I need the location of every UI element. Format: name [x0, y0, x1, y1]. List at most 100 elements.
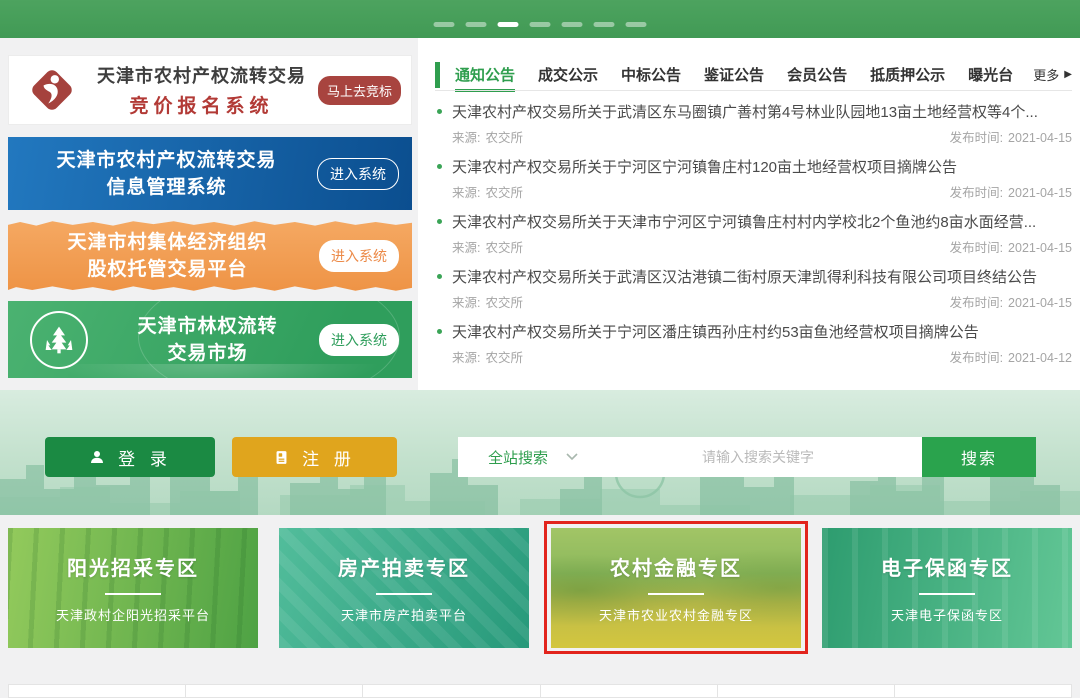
carousel-banner[interactable]	[0, 0, 1080, 38]
notice-tabs: 通知公告成交公示中标公告鉴证公告会员公告抵质押公示曝光台	[455, 58, 1013, 91]
news-source: 来源:农交所	[452, 182, 523, 201]
footer-link-cell[interactable]	[540, 684, 718, 698]
news-source-label: 来源:	[452, 351, 480, 365]
notice-tab[interactable]: 会员公告	[787, 58, 847, 91]
notice-tab[interactable]: 成交公示	[538, 58, 598, 91]
notice-tab[interactable]: 通知公告	[455, 58, 515, 91]
news-publish-time: 发布时间:2021-04-12	[950, 347, 1072, 366]
equity-panel-line1: 天津市村集体经济组织	[16, 229, 319, 256]
register-button[interactable]: 注 册	[232, 437, 397, 477]
news-time-label: 发布时间:	[950, 241, 1003, 255]
zone-subtitle: 天津市房产拍卖平台	[341, 605, 467, 624]
news-date: 2021-04-12	[1008, 351, 1072, 365]
news-source-label: 来源:	[452, 131, 480, 145]
more-label: 更多	[1033, 65, 1059, 84]
zone-subtitle: 天津电子保函专区	[891, 605, 1003, 624]
zone-title: 房产拍卖专区	[338, 552, 470, 581]
search-button[interactable]: 搜索	[922, 437, 1036, 477]
carousel-dot[interactable]	[626, 22, 647, 27]
go-bid-button[interactable]: 马上去竞标	[318, 76, 401, 105]
footer-link-cell[interactable]	[185, 684, 363, 698]
zone-card-rural-finance[interactable]: 农村金融专区 天津市农业农村金融专区	[551, 528, 801, 648]
info-panel-line2: 信息管理系统	[16, 174, 317, 201]
footer-link-row	[8, 684, 1072, 698]
carousel-dots	[434, 22, 647, 27]
carousel-dot[interactable]	[466, 22, 487, 27]
forest-panel-line2: 交易市场	[96, 340, 319, 367]
notice-tab[interactable]: 鉴证公告	[704, 58, 764, 91]
zone-divider	[919, 593, 975, 595]
zone-card-e-guarantee[interactable]: 电子保函专区 天津电子保函专区	[822, 528, 1072, 648]
zone-divider	[648, 593, 704, 595]
news-item: 天津农村产权交易所关于武清区汉沽港镇二街村原天津凯得利科技有限公司项目终结公告来…	[435, 262, 1072, 312]
forest-market-panel[interactable]: 天津市林权流转 交易市场 进入系统	[8, 301, 412, 378]
news-title-link[interactable]: 天津农村产权交易所关于武清区汉沽港镇二街村原天津凯得利科技有限公司项目终结公告	[435, 262, 1072, 290]
carousel-dot[interactable]	[530, 22, 551, 27]
footer-link-cell[interactable]	[362, 684, 540, 698]
bullet-icon	[437, 329, 442, 334]
login-label: 登 录	[118, 445, 172, 470]
news-date: 2021-04-15	[1008, 131, 1072, 145]
info-panel-title: 天津市农村产权流转交易 信息管理系统	[8, 147, 317, 201]
brand-diamond-icon	[19, 62, 85, 118]
news-title-link[interactable]: 天津农村产权交易所关于天津市宁河区宁河镇鲁庄村村内学校北2个鱼池约8亩水面经营.…	[435, 207, 1072, 235]
news-time-label: 发布时间:	[950, 296, 1003, 310]
footer-link-cell[interactable]	[8, 684, 186, 698]
notice-tab[interactable]: 抵质押公示	[870, 58, 945, 91]
notice-tab[interactable]: 中标公告	[621, 58, 681, 91]
carousel-dot[interactable]	[594, 22, 615, 27]
bid-signup-panel[interactable]: 天津市农村产权流转交易 竞价报名系统 马上去竞标	[8, 55, 412, 125]
chevron-down-icon	[566, 453, 578, 461]
search-bar: 全站搜索 搜索	[458, 437, 1036, 477]
news-title-link[interactable]: 天津农村产权交易所关于宁河区潘庄镇西孙庄村约53亩鱼池经营权项目摘牌公告	[435, 317, 1072, 345]
search-scope-dropdown[interactable]: 全站搜索	[458, 447, 594, 468]
homepage: 天津市农村产权流转交易 竞价报名系统 马上去竞标 天津市农村产权流转交易 信息管…	[0, 0, 1080, 698]
search-input[interactable]	[594, 449, 922, 465]
id-card-icon	[273, 449, 290, 466]
news-publish-time: 发布时间:2021-04-15	[950, 127, 1072, 146]
news-source: 来源:农交所	[452, 292, 523, 311]
enter-equity-system-button[interactable]: 进入系统	[319, 240, 399, 272]
enter-info-system-button[interactable]: 进入系统	[317, 158, 399, 190]
news-meta: 来源:农交所 发布时间: 2021-04-15	[435, 235, 1072, 257]
info-panel-line1: 天津市农村产权流转交易	[16, 147, 317, 174]
news-publish-time: 发布时间: 2021-04-15	[950, 237, 1072, 256]
zone-card-sunshine-procurement[interactable]: 阳光招采专区 天津政村企阳光招采平台	[8, 528, 258, 648]
news-title-link[interactable]: 天津农村产权交易所关于武清区东马圈镇广善村第4号林业队园地13亩土地经营权等4个…	[435, 97, 1072, 125]
news-source-value: 农交所	[485, 296, 523, 310]
user-icon	[88, 448, 106, 466]
zone-card-real-estate-auction[interactable]: 房产拍卖专区 天津市房产拍卖平台	[279, 528, 529, 648]
bullet-icon	[437, 164, 442, 169]
zone-subtitle: 天津市农业农村金融专区	[599, 605, 753, 624]
tabbar-accent-bar	[435, 62, 440, 88]
carousel-dot[interactable]	[562, 22, 583, 27]
news-item: 天津农村产权交易所关于宁河区潘庄镇西孙庄村约53亩鱼池经营权项目摘牌公告来源:农…	[435, 317, 1072, 367]
equity-platform-panel[interactable]: 天津市村集体经济组织 股权托管交易平台 进入系统	[8, 219, 412, 293]
news-list: 天津农村产权交易所关于武清区东马圈镇广善村第4号林业队园地13亩土地经营权等4个…	[435, 97, 1072, 372]
more-link[interactable]: 更多 ▶	[1033, 65, 1072, 84]
carousel-dot[interactable]	[498, 22, 519, 27]
bid-panel-titles: 天津市农村产权流转交易 竞价报名系统	[85, 62, 318, 118]
enter-forest-market-button[interactable]: 进入系统	[319, 324, 399, 356]
news-source: 来源:农交所	[452, 237, 523, 256]
footer-link-cell[interactable]	[894, 684, 1072, 698]
login-button[interactable]: 登 录	[45, 437, 215, 477]
news-meta: 来源: 农交所 发布时间:2021-04-15	[435, 125, 1072, 147]
forest-panel-title: 天津市林权流转 交易市场	[88, 313, 319, 367]
news-source-value: 农交所	[485, 131, 523, 145]
carousel-dot[interactable]	[434, 22, 455, 27]
news-title-link[interactable]: 天津农村产权交易所关于宁河区宁河镇鲁庄村120亩土地经营权项目摘牌公告	[435, 152, 1072, 180]
zone-title: 阳光招采专区	[67, 552, 199, 581]
notice-tab[interactable]: 曝光台	[968, 58, 1013, 91]
footer-link-cell[interactable]	[717, 684, 895, 698]
news-date: 2021-04-15	[1008, 241, 1072, 255]
news-source: 来源: 农交所	[452, 127, 523, 146]
notice-tabbar: 通知公告成交公示中标公告鉴证公告会员公告抵质押公示曝光台 更多 ▶	[435, 58, 1072, 91]
news-source-label: 来源:	[452, 241, 480, 255]
search-box: 全站搜索	[458, 437, 922, 477]
more-arrow-icon: ▶	[1064, 69, 1072, 80]
info-system-panel[interactable]: 天津市农村产权流转交易 信息管理系统 进入系统	[8, 137, 412, 210]
news-title: 天津农村产权交易所关于武清区汉沽港镇二街村原天津凯得利科技有限公司项目终结公告	[452, 266, 1037, 287]
bid-panel-title-line2: 竞价报名系统	[85, 91, 318, 118]
news-source: 来源:农交所	[452, 347, 523, 366]
